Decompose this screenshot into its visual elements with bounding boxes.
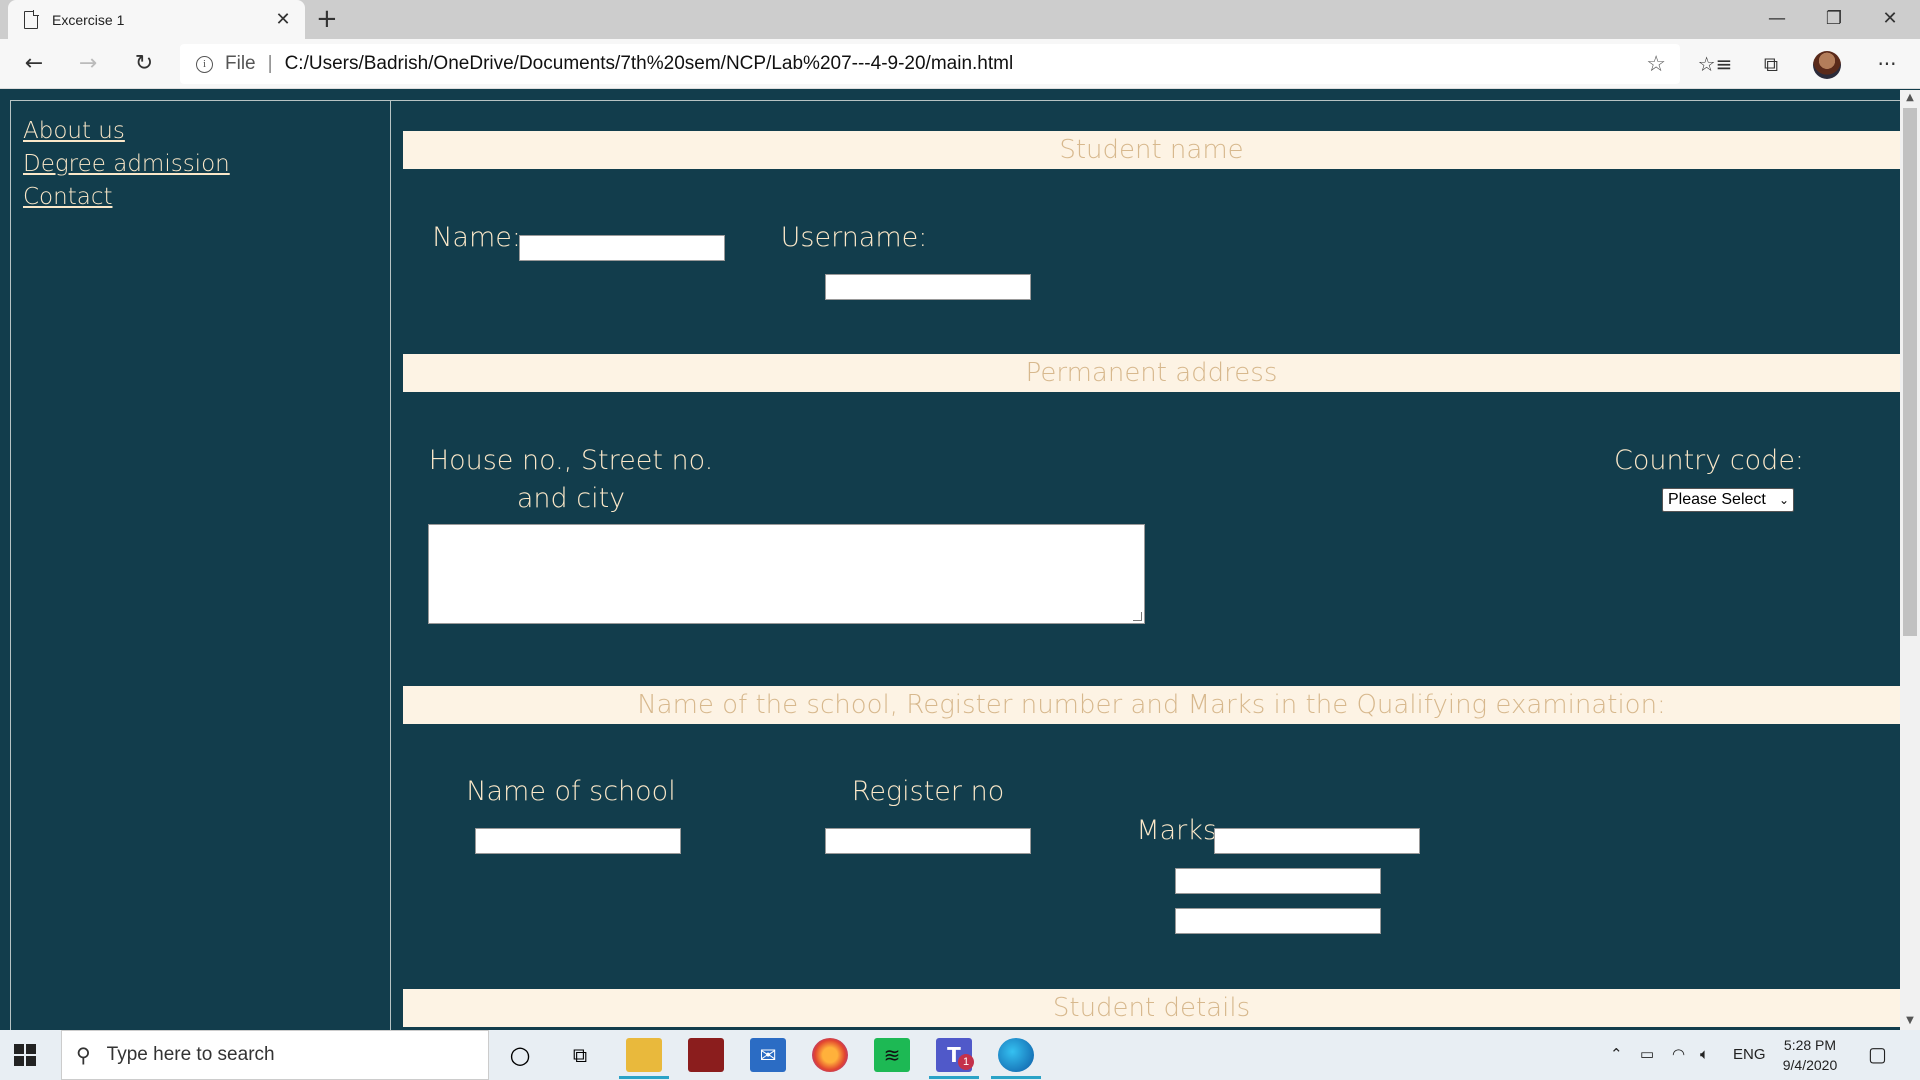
register-no-input[interactable] [825, 828, 1031, 854]
wifi-icon[interactable]: ◠ [1672, 1030, 1685, 1080]
spotify-icon[interactable]: ≋ [874, 1038, 910, 1072]
mail-icon[interactable]: ✉ [750, 1038, 786, 1072]
browser-tab[interactable]: Excercise 1 ✕ [8, 0, 305, 39]
house-label-line2: and city [516, 483, 626, 514]
sidebar-link-degree-admission[interactable]: Degree admission [23, 148, 378, 181]
plus-icon[interactable]: + [316, 4, 338, 34]
notification-icon[interactable]: ▢ [1868, 1030, 1887, 1080]
chevron-down-icon: ⌄ [1778, 493, 1789, 507]
search-icon: ⚲ [76, 1043, 91, 1067]
close-icon[interactable]: ✕ [269, 9, 297, 30]
info-icon[interactable]: i [196, 55, 213, 73]
tab-bar: Excercise 1 ✕ + — ❐ ✕ [0, 0, 1920, 39]
favorites-icon[interactable]: ☆≡ [1695, 49, 1735, 79]
student-name-header: Student name [403, 131, 1900, 169]
back-arrow-icon[interactable]: ← [16, 47, 52, 81]
refresh-icon[interactable]: ↻ [126, 47, 162, 81]
marks-label: Marks [1136, 815, 1217, 846]
school-name-input[interactable] [475, 828, 681, 854]
volume-icon[interactable]: 🔈︎ [1700, 1030, 1709, 1080]
marks-input-2[interactable] [1175, 868, 1381, 894]
close-window-icon[interactable]: ✕ [1862, 0, 1918, 39]
search-placeholder: Type here to search [106, 1044, 275, 1065]
windows-logo-icon[interactable] [14, 1044, 36, 1066]
marks-input-1[interactable] [1214, 828, 1420, 854]
separator: | [267, 53, 273, 74]
country-code-select[interactable]: Please Select ⌄ [1662, 488, 1794, 512]
register-no-label: Register no [851, 776, 1005, 807]
url-text[interactable]: C:/Users/Badrish/OneDrive/Documents/7th%… [285, 53, 1647, 75]
app-icon[interactable] [688, 1038, 724, 1072]
collections-icon[interactable]: ⧉ [1751, 49, 1791, 79]
clock-time: 5:28 PM [1783, 1037, 1837, 1053]
language-indicator[interactable]: ENG [1733, 1030, 1766, 1080]
navigation-bar: ← → ↻ i File | C:/Users/Badrish/OneDrive… [0, 39, 1920, 89]
permanent-address-header: Permanent address [403, 354, 1900, 392]
student-details-header: Student details [403, 989, 1900, 1027]
country-code-value: Please Select [1668, 491, 1766, 508]
address-textarea[interactable] [428, 524, 1145, 624]
star-icon[interactable]: ☆ [1646, 51, 1666, 77]
address-bar[interactable]: i File | C:/Users/Badrish/OneDrive/Docum… [180, 44, 1680, 84]
edge-icon[interactable] [998, 1038, 1034, 1072]
country-code-label: Country code: [1613, 445, 1805, 476]
marks-input-3[interactable] [1175, 908, 1381, 934]
sidebar-link-about[interactable]: About us [23, 115, 378, 148]
main-form: Student name Name: Username: Permanent a… [391, 100, 1900, 1040]
battery-icon[interactable]: ▭ [1640, 1030, 1654, 1080]
username-input[interactable] [825, 274, 1031, 300]
firefox-icon[interactable] [812, 1038, 848, 1072]
more-icon[interactable]: ··· [1867, 49, 1907, 79]
scroll-up-icon[interactable]: ▲ [1900, 92, 1920, 103]
edge-active-indicator [991, 1076, 1041, 1079]
clock-date: 9/4/2020 [1782, 1057, 1838, 1073]
sidebar: About us Degree admission Contact [10, 100, 391, 1040]
scroll-down-icon[interactable]: ▼ [1900, 1015, 1920, 1026]
file-explorer-icon[interactable] [626, 1038, 662, 1072]
task-view-icon[interactable]: ⧉ [562, 1038, 598, 1072]
taskbar: ⚲ Type here to search ○ ⧉ ✉ ≋ T 1 ⌃ ▭ ◠ … [0, 1030, 1920, 1080]
forward-arrow-icon[interactable]: → [70, 47, 106, 81]
name-input[interactable] [519, 235, 725, 261]
school-header: Name of the school, Register number and … [403, 686, 1900, 724]
clock[interactable]: 5:28 PM 9/4/2020 [1770, 1035, 1850, 1075]
avatar[interactable] [1813, 51, 1841, 79]
name-label: Name: [432, 222, 521, 253]
tab-title: Excercise 1 [52, 11, 125, 28]
house-label-line1: House no., Street no. [428, 445, 714, 476]
page-content: About us Degree admission Contact Studen… [0, 90, 1900, 1040]
file-explorer-active-indicator [619, 1076, 669, 1079]
teams-active-indicator [929, 1076, 979, 1079]
cortana-icon[interactable]: ○ [502, 1038, 538, 1072]
minimize-icon[interactable]: — [1749, 0, 1805, 39]
scrollbar-thumb[interactable] [1903, 108, 1917, 636]
sidebar-link-contact[interactable]: Contact [23, 181, 378, 214]
teams-badge: 1 [958, 1054, 974, 1070]
school-name-label: Name of school [466, 776, 676, 807]
taskbar-search[interactable]: ⚲ Type here to search [61, 1030, 489, 1080]
file-label: File [225, 53, 256, 74]
username-label: Username: [780, 222, 928, 253]
restore-icon[interactable]: ❐ [1806, 0, 1862, 39]
chevron-up-icon[interactable]: ⌃ [1610, 1030, 1623, 1080]
page-icon [24, 10, 39, 29]
